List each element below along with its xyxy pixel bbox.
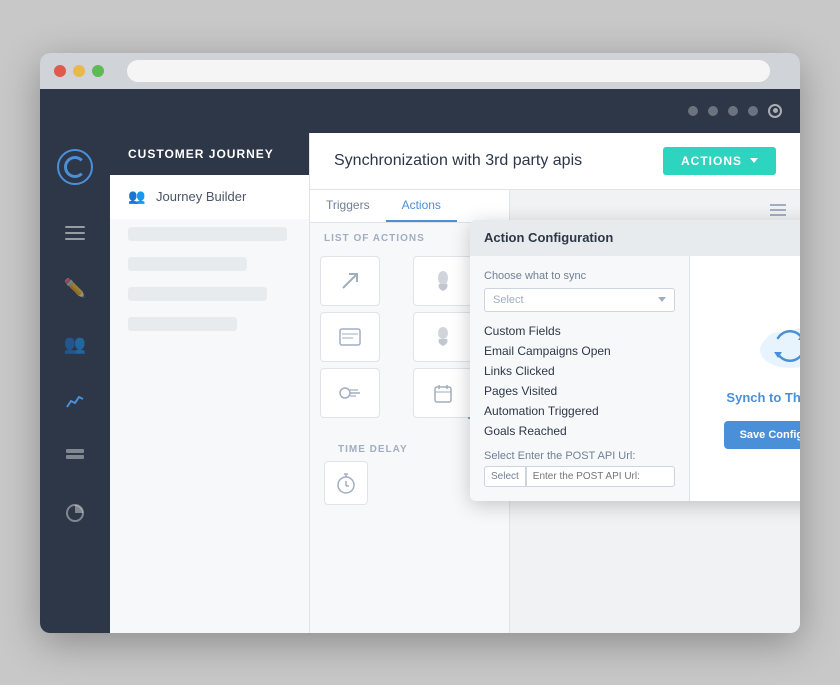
sync-select-placeholder: Select [493, 294, 524, 306]
tab-triggers[interactable]: Triggers [310, 190, 386, 222]
sync-option-pages-visited[interactable]: Pages Visited [484, 382, 675, 400]
nav-journey-builder-label: Journey Builder [156, 189, 246, 204]
save-configuration-button[interactable]: Save Configuration [724, 421, 800, 449]
action-config-popup: Action Configuration × Choose what to sy… [470, 220, 800, 501]
topbar-circle-2 [708, 106, 718, 116]
popup-left: Choose what to sync Select Custom Fields [470, 256, 690, 501]
sync-option-email-campaigns[interactable]: Email Campaigns Open [484, 342, 675, 360]
sidebar-pie-icon[interactable] [57, 495, 93, 531]
topbar-target-icon [768, 104, 782, 118]
topbar-circle-3 [728, 106, 738, 116]
app-main: ✏️ 👥 [40, 133, 800, 633]
browser-minimize-dot[interactable] [73, 65, 85, 77]
panel-menu-icon[interactable] [770, 204, 786, 216]
nav-placeholder-4 [128, 317, 237, 331]
browser-maximize-dot[interactable] [92, 65, 104, 77]
icon-sidebar: ✏️ 👥 [40, 133, 110, 633]
nav-panel: CUSTOMER JOURNEY 👥 Journey Builder [110, 133, 310, 633]
nav-placeholder-2 [128, 257, 247, 271]
time-delay-item[interactable] [324, 461, 368, 505]
nav-journey-builder[interactable]: 👥 Journey Builder [110, 175, 309, 219]
sync-option-links-clicked[interactable]: Links Clicked [484, 362, 675, 380]
sync-options-list: Custom Fields Email Campaigns Open Links… [484, 322, 675, 440]
app-body: ✏️ 👥 [40, 89, 800, 633]
app-topbar [40, 89, 800, 133]
nav-section-header: CUSTOMER JOURNEY [110, 133, 309, 175]
nav-placeholder-1 [128, 227, 287, 241]
sync-option-custom-fields[interactable]: Custom Fields [484, 322, 675, 340]
sync-option-goals-reached[interactable]: Goals Reached [484, 422, 675, 440]
sidebar-users-icon[interactable]: 👥 [57, 327, 93, 363]
nav-placeholder-3 [128, 287, 267, 301]
popup-header: Action Configuration × [470, 220, 800, 256]
action-item-5[interactable] [320, 368, 380, 418]
address-bar[interactable] [127, 60, 770, 82]
workspace-title: Synchronization with 3rd party apis [334, 152, 582, 170]
workspace: Synchronization with 3rd party apis ACTI… [310, 133, 800, 633]
browser-close-dot[interactable] [54, 65, 66, 77]
sidebar-hamburger-icon[interactable] [57, 215, 93, 251]
tab-actions[interactable]: Actions [386, 190, 457, 222]
popup-right: Synch to Third Party Save Configuration [690, 256, 800, 501]
topbar-circle-4 [748, 106, 758, 116]
sidebar-chart-icon[interactable] [57, 383, 93, 419]
sync-select-box[interactable]: Select [484, 288, 675, 312]
choose-sync-label: Choose what to sync [484, 270, 675, 282]
popup-title: Action Configuration [484, 230, 613, 245]
browser-window: ✏️ 👥 [40, 53, 800, 633]
sidebar-list-icon[interactable] [57, 439, 93, 475]
action-item-1[interactable] [320, 256, 380, 306]
action-item-4[interactable] [413, 312, 473, 362]
workspace-header: Synchronization with 3rd party apis ACTI… [310, 133, 800, 190]
api-input-row: Select [484, 466, 675, 487]
api-label: Select Enter the POST API Url: [484, 450, 675, 462]
api-select[interactable]: Select [484, 466, 526, 487]
popup-body: Choose what to sync Select Custom Fields [470, 256, 800, 501]
sidebar-edit-icon[interactable]: ✏️ [57, 271, 93, 307]
tabs-row: Triggers Actions [310, 190, 509, 223]
select-caret-icon [658, 297, 666, 302]
sync-cloud-icon [750, 308, 800, 378]
browser-titlebar [40, 53, 800, 89]
api-url-input[interactable] [526, 466, 675, 487]
sync-option-automation-triggered[interactable]: Automation Triggered [484, 402, 675, 420]
topbar-circle-1 [688, 106, 698, 116]
action-item-6[interactable] [413, 368, 473, 418]
sync-to-third-party-label: Synch to Third Party [726, 390, 800, 405]
actions-button[interactable]: ACTIONS [663, 147, 776, 175]
workspace-inner: Triggers Actions LIST OF ACTIONS [310, 190, 800, 633]
sidebar-logo [57, 149, 93, 185]
actions-caret-icon [750, 158, 758, 163]
action-item-2[interactable] [413, 256, 473, 306]
journey-builder-icon: 👥 [128, 188, 146, 206]
action-item-3[interactable] [320, 312, 380, 362]
logo-spinner [64, 156, 86, 178]
